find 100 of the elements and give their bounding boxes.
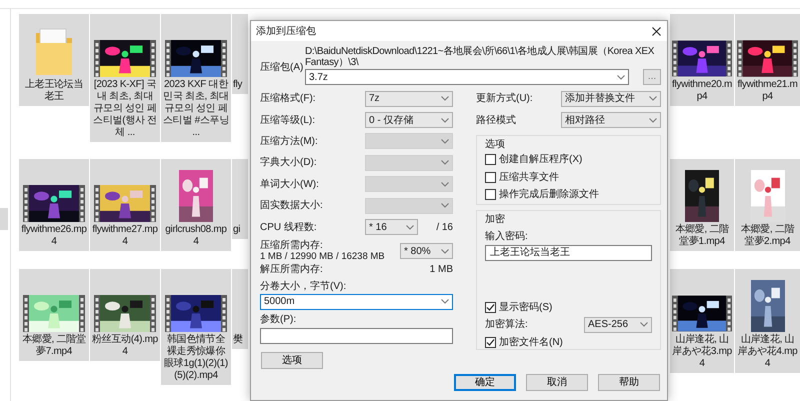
file-name: 山岸逢花, 山岸あや花3.mp4 xyxy=(672,334,732,370)
file-tile[interactable]: flywithme20.mp4 xyxy=(670,14,734,106)
check-icon xyxy=(486,338,495,347)
file-tile[interactable]: flywithme26.mp4 xyxy=(19,159,89,252)
caret-icon xyxy=(441,248,449,254)
file-tile[interactable]: flywithme27.mp4 xyxy=(90,159,160,252)
file-tile[interactable]: girlcrush08.mp4 xyxy=(161,159,231,252)
thread-count: / 16 xyxy=(436,220,453,235)
dropdown[interactable]: * 16 xyxy=(365,219,418,236)
file-name: [2023 K-XF] 국내 최초, 최대 규모의 성인 페스티벌(행사 전체 ... xyxy=(92,79,158,139)
group-title: 加密 xyxy=(485,212,506,226)
file-name: girlcrush08.mp4 xyxy=(164,224,228,248)
combo-box[interactable]: 3.7z xyxy=(305,69,629,85)
file-tile[interactable]: 韩国色情节全裸走秀惊爆你眼球1g(1)(2)(1)(5)(2).mp4 xyxy=(161,268,231,385)
checkbox-label: 加密文件名(N) xyxy=(499,336,563,349)
caret-icon xyxy=(406,224,414,230)
dropdown[interactable]: * 80% xyxy=(400,243,453,260)
file-name: 2023 KXF 대한민국 최초, 최대 규모의 성인 페스티벌 #스푸닝 ... xyxy=(163,79,229,139)
check-icon xyxy=(486,303,495,312)
caret-icon xyxy=(649,96,657,102)
checkbox[interactable] xyxy=(485,302,496,314)
field-label: 压缩方法(M): xyxy=(260,134,318,149)
field-label: 固实数据大小: xyxy=(260,198,323,214)
field-label: 更新方式(U): xyxy=(476,92,533,106)
caret-icon xyxy=(441,160,449,166)
file-tile[interactable]: [2023 K-XF] 국내 최초, 최대 규모의 성인 페스티벌(행사 전체 ... xyxy=(90,14,160,142)
field-label: 解压所需内存: xyxy=(260,262,323,278)
input-field[interactable] xyxy=(260,328,453,344)
caret-icon xyxy=(441,182,449,187)
file-tile[interactable]: gi xyxy=(232,159,248,240)
file-name: 本郷愛, 二階堂夢1.mp4 xyxy=(674,224,730,248)
checkbox[interactable] xyxy=(485,172,496,183)
group-title: 选项 xyxy=(485,138,506,151)
checkbox-label: 显示密码(S) xyxy=(499,301,552,314)
caret-icon xyxy=(441,299,449,304)
field-label: 压缩包(A) xyxy=(260,62,304,73)
file-tile[interactable]: 本郷愛, 二階堂夢1.mp4 xyxy=(670,159,734,252)
caret-icon xyxy=(649,118,657,123)
field-label: 单词大小(W): xyxy=(260,178,319,192)
caret-icon xyxy=(640,322,648,328)
file-name: flywithme20.mp4 xyxy=(672,79,732,103)
dialog-button[interactable]: 取消 xyxy=(526,374,588,391)
field-label: 参数(P): xyxy=(260,314,298,326)
file-name: 粉丝互动(4).mp4 xyxy=(92,334,158,358)
file-tile[interactable]: fly xyxy=(232,14,248,94)
field-label: 压缩格式(F): xyxy=(260,92,316,106)
checkbox[interactable] xyxy=(485,154,496,166)
checkbox[interactable] xyxy=(485,336,496,348)
dropdown[interactable]: 7z xyxy=(365,90,453,107)
field-label: 压缩所需内存: xyxy=(260,240,324,252)
file-name: 山岸逢花, 山岸あや花4.mp4 xyxy=(737,334,798,370)
file-name: flywithme26.mp4 xyxy=(21,224,87,248)
caret-icon xyxy=(441,138,449,144)
file-name: fly xyxy=(233,79,242,91)
caret-icon xyxy=(617,74,625,80)
dialog-button[interactable]: 帮助 xyxy=(598,374,660,391)
file-tile[interactable]: 2023 KXF 대한민국 최초, 최대 규모의 성인 페스티벌 #스푸닝 ... xyxy=(161,14,231,142)
field-label: 输入密码: xyxy=(485,230,529,243)
field-label: 字典大小(D): xyxy=(260,156,317,170)
file-tile[interactable]: 粉丝互动(4).mp4 xyxy=(90,268,160,361)
file-name: 上老王论坛当老王 xyxy=(24,79,84,103)
field-label: 路径模式 xyxy=(476,114,516,128)
file-name: gi xyxy=(233,224,240,236)
file-tile[interactable]: 山岸逢花, 山岸あや花4.mp4 xyxy=(735,268,800,373)
file-name: 樊 xyxy=(233,334,243,346)
file-tile[interactable]: 本郷愛, 二階堂夢7.mp4 xyxy=(19,268,89,361)
file-name: 本郷愛, 二階堂夢7.mp4 xyxy=(21,334,87,358)
checkbox-label: 操作完成后删除源文件 xyxy=(499,188,599,202)
dropdown[interactable]: AES-256 xyxy=(584,316,652,333)
field-label: 分卷大小，字节(V): xyxy=(260,280,348,293)
file-tile[interactable]: flywithme21.mp4 xyxy=(735,14,800,106)
file-name: 本郷愛, 二階堂夢2.mp4 xyxy=(740,224,796,248)
file-tile[interactable]: 樊 xyxy=(232,268,248,349)
file-tile[interactable]: 本郷愛, 二階堂夢2.mp4 xyxy=(735,159,800,252)
caret-icon xyxy=(441,96,449,102)
field-label: CPU 线程数: xyxy=(260,220,317,235)
window-title: 添加到压缩包 xyxy=(256,24,316,38)
file-name: flywithme21.mp4 xyxy=(737,79,798,103)
file-tile[interactable]: 山岸逢花, 山岸あや花3.mp4 xyxy=(670,268,734,373)
file-name: 韩国色情节全裸走秀惊爆你眼球1g(1)(2)(1)(5)(2).mp4 xyxy=(163,334,229,382)
dropdown[interactable]: 添加并替换文件 xyxy=(561,90,661,107)
dropdown[interactable]: 相对路径 xyxy=(561,112,661,128)
caret-icon xyxy=(441,118,449,123)
caret-icon xyxy=(441,203,449,208)
field-label: 加密算法: xyxy=(485,318,528,332)
dropdown[interactable]: 0 - 仅存储 xyxy=(365,112,453,128)
checkbox[interactable] xyxy=(485,189,496,200)
file-name: flywithme27.mp4 xyxy=(92,224,158,248)
checkbox-label: 压缩共享文件 xyxy=(499,170,559,184)
password-field[interactable]: 上老王论坛当老王 xyxy=(485,244,652,261)
options-button[interactable]: 选项 xyxy=(261,352,323,369)
dialog-button[interactable]: 确定 xyxy=(454,374,516,391)
checkbox-label: 创建自解压程序(X) xyxy=(499,153,582,166)
archive-path: D:\BaiduNetdiskDownload\1221~各地展会\所\66\1\各地成人展\韩国展（Korea XEX Fantasy）\3\ xyxy=(305,46,656,68)
field-label: 压缩等级(L): xyxy=(260,114,315,128)
memory-value: 1 MB xyxy=(430,263,453,278)
memory-usage: 1 MB / 12990 MB / 16238 MB xyxy=(260,251,385,262)
file-tile[interactable]: 上老王论坛当老王 xyxy=(19,14,89,106)
close-icon[interactable] xyxy=(652,26,661,36)
combo-box[interactable]: 5000m xyxy=(260,294,453,310)
